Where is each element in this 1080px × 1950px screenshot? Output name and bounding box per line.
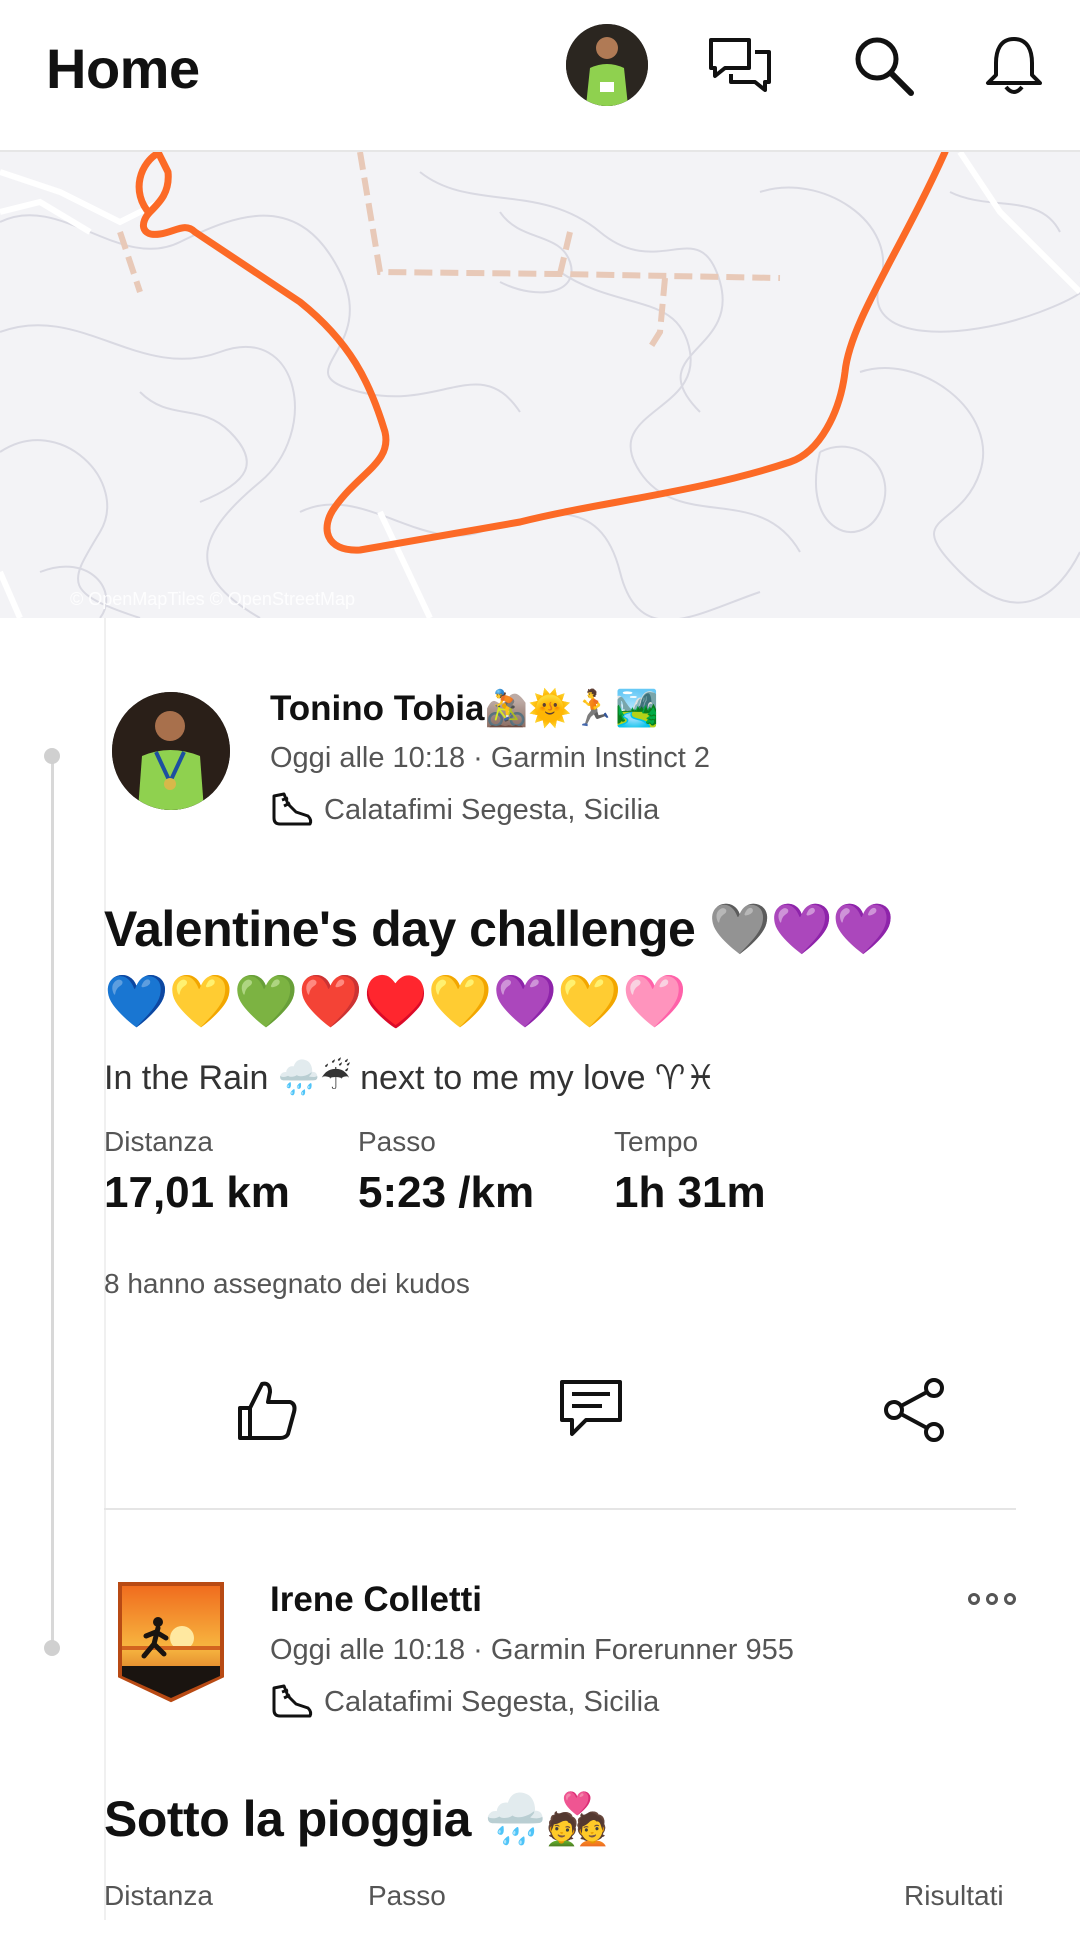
bell-icon: [986, 37, 1042, 94]
map-attribution: © OpenMapTiles © OpenStreetMap: [70, 589, 355, 609]
athlete-avatar-badge[interactable]: [116, 1580, 226, 1704]
map-canvas: [0, 152, 1080, 618]
comment-icon: [560, 1380, 622, 1436]
kudos-count[interactable]: 8 hanno assegnato dei kudos: [104, 1268, 470, 1300]
bottom-edge: [0, 1920, 1080, 1950]
activity-meta: Oggi alle 10:18 · Garmin Instinct 2: [270, 742, 711, 774]
shoe-icon: [272, 1684, 313, 1718]
chat-icon: [709, 38, 771, 92]
dot-icon: [1004, 1593, 1016, 1605]
stat-label-time: Tempo: [614, 1126, 699, 1157]
notifications-button[interactable]: [974, 26, 1054, 106]
kudos-icon: [238, 1381, 297, 1440]
activity-meta: Oggi alle 10:18 · Garmin Forerunner 955: [270, 1634, 794, 1666]
activity-location-row: Calatafimi Segesta, Sicilia: [270, 790, 659, 830]
timeline-dot: [44, 748, 60, 764]
stat-value-time: 1h 31m: [614, 1168, 766, 1217]
timeline-dot: [44, 1640, 60, 1656]
messages-button[interactable]: [700, 26, 780, 106]
athlete-avatar[interactable]: [112, 692, 230, 810]
top-app-bar: Home: [0, 0, 1080, 152]
more-options-button[interactable]: [968, 1584, 1016, 1614]
page-title: Home: [46, 37, 200, 100]
avatar-image: [566, 24, 648, 106]
activity-title[interactable]: Sotto la pioggia 🌧️💑: [104, 1790, 608, 1849]
share-icon: [884, 1378, 944, 1442]
stat-label-distance: Distanza: [104, 1126, 213, 1157]
shoe-icon: [272, 792, 313, 826]
activity-description: In the Rain 🌧️☔ next to me my love ♈♓: [104, 1059, 716, 1097]
athlete-name[interactable]: Tonino Tobia🚵🌞🏃🏞️: [270, 688, 659, 729]
card-separator: [104, 1508, 1016, 1510]
dot-icon: [986, 1593, 998, 1605]
kudos-button[interactable]: [222, 1364, 312, 1454]
athlete-photo: [112, 692, 230, 810]
stat-label-distance: Distanza: [104, 1880, 213, 1911]
stat-label-pace: Passo: [368, 1880, 446, 1911]
athlete-name[interactable]: Irene Colletti: [270, 1580, 482, 1620]
sunset-runner-avatar: [118, 1582, 224, 1703]
location-label: Calatafimi Segesta, Sicilia: [324, 793, 660, 826]
comment-button[interactable]: [546, 1364, 636, 1454]
share-button[interactable]: [870, 1364, 960, 1454]
search-icon: [855, 37, 914, 96]
stat-label-pace: Passo: [358, 1126, 436, 1157]
activity-title-emojis: 💙💛💚❤️♥️💛💜💛🩷: [104, 973, 687, 1031]
location-label: Calatafimi Segesta, Sicilia: [324, 1685, 660, 1718]
stat-value-distance: 17,01 km: [104, 1168, 290, 1217]
stat-label-results: Risultati: [904, 1880, 1004, 1911]
dot-icon: [968, 1593, 980, 1605]
search-button[interactable]: [844, 26, 924, 106]
profile-avatar[interactable]: [566, 24, 648, 106]
activity-title[interactable]: Valentine's day challenge 🩶💜💜: [104, 900, 894, 959]
stat-value-pace: 5:23 /km: [358, 1168, 535, 1217]
activity-location-row: Calatafimi Segesta, Sicilia: [270, 1682, 659, 1722]
activity-map[interactable]: © OpenMapTiles © OpenStreetMap: [0, 152, 1080, 618]
timeline-line: [51, 758, 54, 1648]
